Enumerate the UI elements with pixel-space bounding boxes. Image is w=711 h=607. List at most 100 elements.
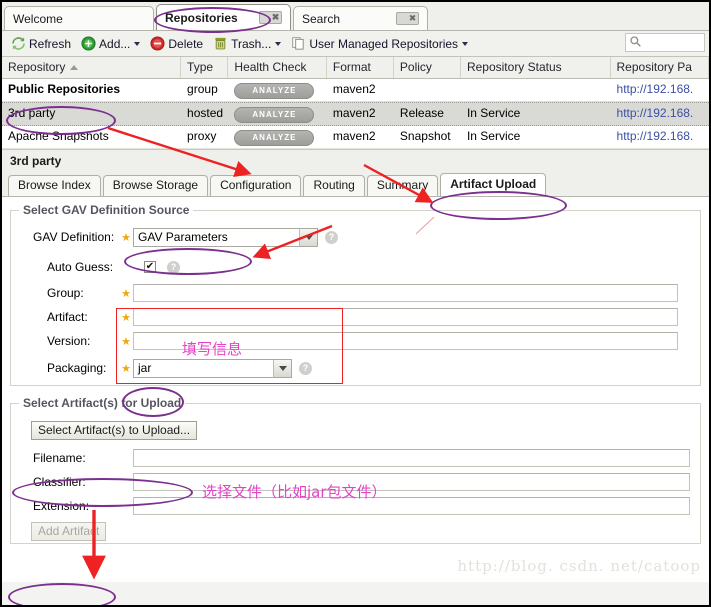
- help-icon[interactable]: ?: [325, 230, 338, 244]
- cell-repository: Apache Snapshots: [8, 129, 109, 143]
- repository-grid: Repository Type Health Check Format Poli…: [2, 57, 709, 149]
- cell-type: proxy: [187, 129, 217, 143]
- cell-health-check: ANALYZE: [228, 103, 326, 125]
- column-header-repository-status[interactable]: Repository Status: [461, 57, 611, 78]
- analyze-button[interactable]: ANALYZE: [234, 83, 315, 99]
- extension-label: Extension:: [33, 499, 90, 513]
- user-managed-repositories-button[interactable]: User Managed Repositories: [286, 33, 473, 54]
- copy-icon: [291, 36, 306, 51]
- trash-button[interactable]: Trash...: [208, 33, 286, 54]
- tab-repositories-label: Repositories: [165, 10, 238, 25]
- extension-row: Extension:: [19, 494, 692, 518]
- filename-input[interactable]: [133, 449, 690, 467]
- cell-repository-path[interactable]: http://192.168.: [611, 79, 709, 101]
- packaging-row: Packaging: ★ jar ?: [19, 356, 692, 380]
- repository-grid-header: Repository Type Health Check Format Poli…: [2, 57, 709, 79]
- gav-definition-label: GAV Definition:: [33, 230, 115, 244]
- cell-repository-path[interactable]: http://192.168.: [611, 103, 709, 125]
- cell-format: maven2: [332, 106, 376, 120]
- tab-configuration[interactable]: Configuration: [210, 175, 302, 196]
- analyze-button[interactable]: ANALYZE: [234, 107, 315, 123]
- artifact-upload-form: Select GAV Definition Source GAV Definit…: [2, 197, 709, 582]
- nexus-repository-manager-window: Welcome Repositories ✖ Search ✖ Refresh: [0, 0, 711, 607]
- help-icon[interactable]: ?: [167, 260, 180, 274]
- cell-type: hosted: [187, 106, 224, 120]
- packaging-value: jar: [138, 361, 152, 375]
- extension-input[interactable]: [133, 497, 690, 515]
- cell-format: maven2: [332, 129, 376, 143]
- tab-artifact-upload[interactable]: Artifact Upload: [440, 173, 547, 196]
- cell-policy: [394, 79, 461, 101]
- group-input[interactable]: [133, 284, 678, 302]
- classifier-input[interactable]: [133, 473, 690, 491]
- repository-toolbar: Refresh Add... Delete Trash... User Mana…: [2, 31, 709, 57]
- auto-guess-checkbox[interactable]: ✔: [144, 261, 156, 273]
- analyze-button[interactable]: ANALYZE: [234, 130, 315, 146]
- help-icon[interactable]: ?: [299, 361, 312, 375]
- column-header-policy[interactable]: Policy: [394, 57, 461, 78]
- delete-button[interactable]: Delete: [145, 33, 208, 54]
- add-button[interactable]: Add...: [76, 33, 145, 54]
- tab-summary[interactable]: Summary: [366, 175, 439, 196]
- gav-section-legend: Select GAV Definition Source: [23, 203, 190, 217]
- select-gav-definition-source-group: Select GAV Definition Source GAV Definit…: [10, 203, 701, 386]
- required-star-icon: ★: [121, 362, 131, 375]
- column-header-type[interactable]: Type: [181, 57, 229, 78]
- filename-row: Filename:: [19, 446, 692, 470]
- column-header-repository-path[interactable]: Repository Pa: [611, 57, 709, 78]
- group-row: Group: ★: [19, 281, 692, 305]
- cell-repository-status: In Service: [466, 129, 521, 143]
- version-input[interactable]: [133, 332, 678, 350]
- artifact-section-legend: Select Artifact(s) for Upload: [23, 396, 182, 410]
- add-artifact-button[interactable]: Add Artifact: [31, 521, 107, 541]
- cell-format: maven2: [332, 82, 376, 96]
- filename-label: Filename:: [33, 451, 86, 465]
- search-input[interactable]: [625, 33, 705, 52]
- cell-health-check: ANALYZE: [228, 79, 326, 101]
- chevron-down-icon: [275, 41, 282, 46]
- table-row[interactable]: 3rd party hosted ANALYZE maven2 Release …: [2, 102, 709, 126]
- table-row[interactable]: Apache Snapshots proxy ANALYZE maven2 Sn…: [2, 126, 709, 149]
- refresh-icon: [11, 36, 26, 51]
- main-tab-bar: Welcome Repositories ✖ Search ✖: [2, 2, 709, 31]
- column-header-repository[interactable]: Repository: [2, 57, 182, 78]
- refresh-button[interactable]: Refresh: [6, 33, 76, 54]
- delete-icon: [150, 36, 165, 51]
- chevron-down-icon: [134, 41, 141, 46]
- tab-repositories[interactable]: Repositories ✖: [156, 4, 291, 30]
- table-row[interactable]: Public Repositories group ANALYZE maven2…: [2, 79, 709, 102]
- chevron-down-icon: [462, 41, 469, 46]
- trash-icon: [213, 36, 228, 51]
- version-row: Version: ★: [19, 329, 692, 353]
- gav-definition-select[interactable]: GAV Parameters: [133, 227, 318, 247]
- column-header-health-check[interactable]: Health Check: [228, 57, 327, 78]
- column-header-format[interactable]: Format: [327, 57, 394, 78]
- chevron-down-icon[interactable]: [273, 359, 291, 377]
- select-artifact-row: Select Artifact(s) to Upload...: [19, 418, 692, 442]
- select-artifacts-for-upload-group: Select Artifact(s) for Upload Select Art…: [10, 396, 701, 544]
- select-artifacts-to-upload-button[interactable]: Select Artifact(s) to Upload...: [31, 420, 198, 440]
- cell-health-check: ANALYZE: [228, 126, 326, 148]
- gav-definition-value: GAV Parameters: [138, 230, 228, 244]
- chevron-down-icon[interactable]: [299, 228, 317, 246]
- delete-label: Delete: [168, 36, 204, 51]
- artifact-input[interactable]: [133, 308, 678, 326]
- packaging-select[interactable]: jar: [133, 358, 292, 378]
- tab-browse-index[interactable]: Browse Index: [8, 175, 101, 196]
- tab-browse-storage[interactable]: Browse Storage: [102, 175, 209, 196]
- detail-panel-title: 3rd party: [2, 149, 709, 172]
- tab-search[interactable]: Search ✖: [293, 6, 428, 30]
- required-star-icon: ★: [121, 311, 131, 324]
- required-star-icon: ★: [121, 335, 131, 348]
- close-icon[interactable]: ✖: [396, 12, 419, 25]
- classifier-label: Classifier:: [33, 475, 86, 489]
- cell-policy: Snapshot: [399, 129, 451, 143]
- cell-repository-status: [461, 79, 611, 101]
- required-star-icon: ★: [121, 231, 131, 244]
- cell-repository-path[interactable]: http://192.168.: [611, 126, 709, 148]
- tab-welcome[interactable]: Welcome: [4, 6, 154, 30]
- cell-repository-status: In Service: [466, 106, 521, 120]
- tab-routing[interactable]: Routing: [303, 175, 365, 196]
- close-icon[interactable]: ✖: [259, 11, 282, 24]
- packaging-label: Packaging:: [47, 361, 107, 375]
